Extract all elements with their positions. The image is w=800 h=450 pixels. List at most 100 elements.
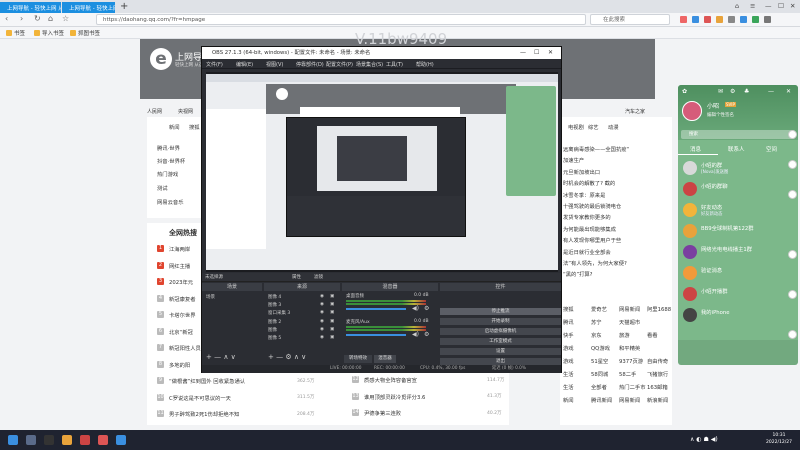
- site-link[interactable]: QQ游戏: [591, 344, 610, 352]
- obs-menu-item[interactable]: 停靠部件(D): [296, 61, 324, 68]
- news-link[interactable]: 有人发现你哪里用户于些: [563, 236, 621, 244]
- avatar[interactable]: [682, 101, 702, 121]
- site-link[interactable]: 生活: [563, 383, 574, 391]
- maximize-icon[interactable]: ☐: [534, 49, 539, 56]
- site-link[interactable]: 51星空: [591, 357, 608, 365]
- app-icon[interactable]: [62, 435, 72, 445]
- float-button[interactable]: [788, 130, 797, 139]
- obs-menu-item[interactable]: 编辑(E): [236, 61, 253, 68]
- app-icon[interactable]: [80, 435, 90, 445]
- control-button[interactable]: 停止推流: [440, 308, 561, 315]
- lock-icon[interactable]: ▣: [330, 310, 334, 315]
- browser-tab-2[interactable]: 上网导航 - 轻快上网 从这里开始 ×: [62, 2, 115, 13]
- qq-chat-item[interactable]: 小昭的群 [Nova]发送图: [678, 158, 798, 179]
- left-link[interactable]: 腾讯·世界: [157, 144, 180, 152]
- new-tab-button[interactable]: +: [120, 1, 128, 12]
- clock[interactable]: 10:31 2022/12/27: [766, 432, 792, 446]
- obs-preview[interactable]: [206, 72, 558, 272]
- float-button[interactable]: [788, 190, 797, 199]
- site-link[interactable]: 网易新闻: [619, 396, 640, 404]
- hot-item[interactable]: 卡塔尔世界: [169, 311, 196, 319]
- control-button[interactable]: 启动虚拟摄像机: [440, 328, 561, 335]
- close-icon[interactable]: ✕: [548, 49, 553, 56]
- lock-icon[interactable]: ▣: [330, 327, 334, 332]
- left-link[interactable]: 网易云音乐: [157, 198, 184, 206]
- tab-sohu[interactable]: 搜狐: [189, 123, 200, 131]
- lock-icon[interactable]: ▣: [330, 319, 334, 324]
- app-icon[interactable]: [116, 435, 126, 445]
- lock-icon[interactable]: ▣: [330, 302, 334, 307]
- qq-chat-item[interactable]: 小昭开播群: [678, 284, 798, 305]
- site-link[interactable]: 生活: [563, 370, 574, 378]
- site-link[interactable]: 热门二手市: [619, 383, 646, 391]
- address-bar[interactable]: https://daohang.qq.com/?fr=hmpage: [96, 14, 586, 25]
- source-item[interactable]: 窗口采集 3: [268, 310, 290, 316]
- qq-chat-item[interactable]: BB9全球制机第122群: [678, 221, 798, 242]
- extension-icon[interactable]: [728, 16, 735, 23]
- tab-anime[interactable]: 动漫: [608, 123, 619, 131]
- home-icon[interactable]: ⌂: [48, 14, 53, 23]
- logo[interactable]: e: [150, 48, 172, 70]
- news-link[interactable]: 是近日就行业全部会: [563, 248, 611, 256]
- top-link[interactable]: 人民网: [147, 108, 162, 115]
- hot-item[interactable]: 多地的阳: [169, 361, 190, 369]
- site-link[interactable]: 爱奇艺: [591, 305, 607, 313]
- hot-item[interactable]: 质感大物全阵容备官宣: [364, 376, 417, 384]
- extension-icon[interactable]: [692, 16, 699, 23]
- site-link[interactable]: 游戏: [563, 344, 574, 352]
- app-icon[interactable]: [44, 435, 54, 445]
- forward-icon[interactable]: ›: [20, 14, 23, 23]
- browser-tab-1[interactable]: 上网导航 - 轻快上网 从这里开始 ×: [0, 2, 61, 13]
- eye-icon[interactable]: ◉: [320, 327, 324, 332]
- obs-menu-item[interactable]: 配置文件(P): [326, 61, 353, 68]
- obs-menu-item[interactable]: 文件(F): [206, 61, 223, 68]
- top-link[interactable]: 汽车之家: [625, 108, 645, 115]
- qq-chat-item[interactable]: 我的iPhone: [678, 305, 798, 326]
- speaker-icon[interactable]: ◀): [412, 305, 419, 312]
- left-link[interactable]: 抖音·世界杯: [157, 157, 185, 165]
- gear-icon[interactable]: ⚙: [424, 331, 429, 338]
- filters-button[interactable]: 滤镜: [314, 274, 323, 280]
- control-button[interactable]: 工作室模式: [440, 338, 561, 345]
- source-item[interactable]: 图像 5: [268, 335, 281, 341]
- gear-icon[interactable]: ⚙: [424, 305, 429, 312]
- float-button[interactable]: [788, 160, 797, 169]
- hot-item[interactable]: 谁用顶部灵跃冷觅评分3.6: [364, 393, 425, 401]
- maximize-icon[interactable]: ☐: [778, 2, 784, 10]
- site-link[interactable]: 京东: [591, 331, 602, 339]
- bookmark-item[interactable]: 抓图书签: [70, 29, 100, 37]
- volume-slider[interactable]: [346, 334, 406, 336]
- source-item[interactable]: 图像 3: [268, 302, 281, 308]
- tab-space[interactable]: 空间: [766, 145, 777, 153]
- news-link[interactable]: 十强驾驶的最后锁骑电仓: [563, 202, 621, 210]
- site-link[interactable]: 和平精英: [619, 344, 640, 352]
- qq-signature[interactable]: 编辑个性签名: [707, 112, 734, 118]
- top-link[interactable]: 央视网: [178, 108, 193, 115]
- hot-item[interactable]: “做根酱”红到国外 回收紧急通认: [169, 377, 245, 385]
- extension-icon[interactable]: [704, 16, 711, 23]
- eye-icon[interactable]: ◉: [320, 310, 324, 315]
- site-link[interactable]: 新浪新闻: [647, 396, 668, 404]
- news-link[interactable]: 冰雪冬季：原来是: [563, 191, 605, 199]
- hot-item[interactable]: 尹德争第三连败: [364, 409, 401, 417]
- float-button[interactable]: [788, 250, 797, 259]
- site-link[interactable]: 腾讯: [563, 318, 574, 326]
- minimize-icon[interactable]: —: [768, 88, 774, 95]
- gear-icon[interactable]: ⚙: [730, 88, 735, 95]
- shirt-icon[interactable]: ♣: [744, 88, 749, 95]
- site-link[interactable]: 腾讯新闻: [591, 396, 612, 404]
- eye-icon[interactable]: ◉: [320, 319, 324, 324]
- source-item[interactable]: 图像 4: [268, 294, 281, 300]
- site-link[interactable]: 游戏: [563, 357, 574, 365]
- site-link[interactable]: 9377页游: [619, 357, 643, 365]
- news-link[interactable]: 法”有人领先，为何大家便?: [563, 259, 627, 267]
- news-link[interactable]: “黑的”打算?: [563, 270, 593, 278]
- hot-item[interactable]: 男子醉驾致2死1伤却拒绝不知: [169, 410, 239, 418]
- close-icon[interactable]: ✕: [786, 88, 791, 95]
- qq-chat-item[interactable]: 好友动态 好友新动态: [678, 200, 798, 221]
- news-link[interactable]: 加速生产: [563, 156, 584, 164]
- extension-icon[interactable]: [764, 16, 771, 23]
- news-link[interactable]: 时机会的解散了? 截的: [563, 179, 615, 187]
- app-icon[interactable]: [26, 435, 36, 445]
- control-button[interactable]: 退出: [440, 358, 561, 365]
